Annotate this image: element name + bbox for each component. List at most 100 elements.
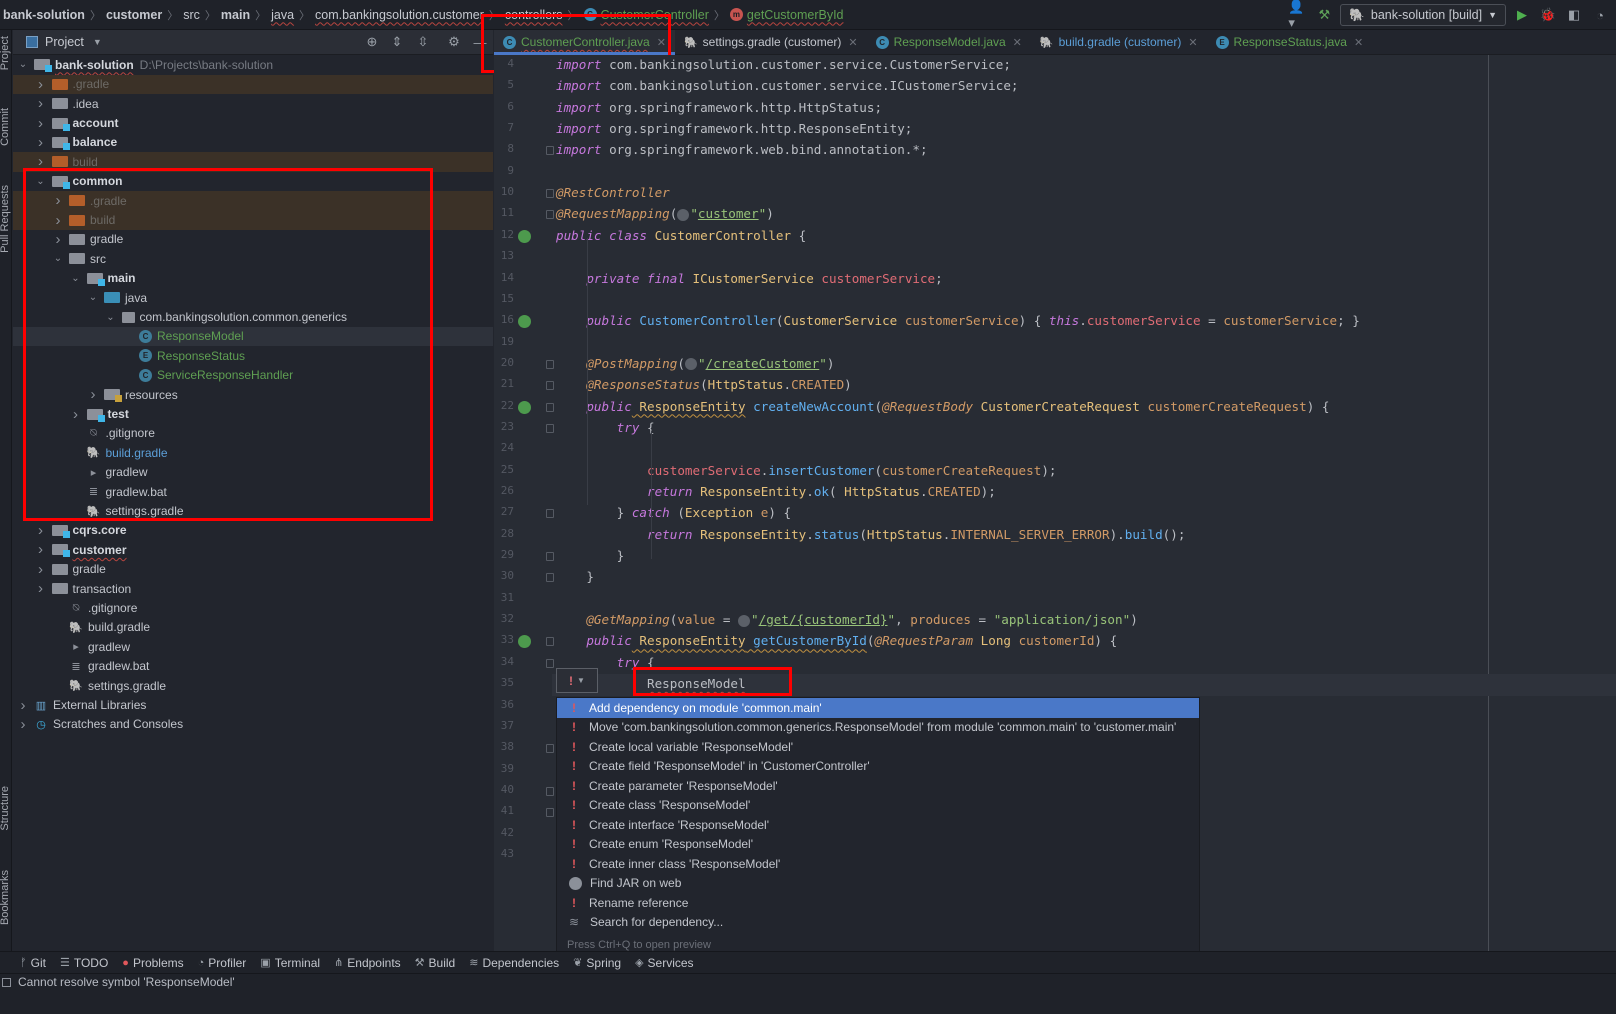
gear-icon[interactable]: ⚙ — [444, 32, 464, 52]
tool-button-profiler[interactable]: ◔ Profiler — [198, 956, 247, 970]
intention-action-item[interactable]: ! Move 'com.bankingsolution.common.generi… — [557, 718, 1199, 738]
editor-tab[interactable]: C ResponseModel.java ✕ — [867, 30, 1031, 54]
tree-item[interactable]: › gradle — [13, 560, 493, 579]
intention-action-item[interactable]: ! Create enum 'ResponseModel' — [557, 835, 1199, 855]
tool-button-git[interactable]: ᚠ Git — [20, 956, 46, 970]
tree-item[interactable]: › transaction — [13, 579, 493, 598]
intention-action-item[interactable]: ! Create inner class 'ResponseModel' — [557, 854, 1199, 874]
chevron-right-icon[interactable]: › — [35, 522, 47, 539]
chevron-right-icon[interactable]: › — [35, 134, 47, 151]
locate-file-icon[interactable]: ⊕ — [362, 32, 382, 52]
tree-item[interactable]: E ResponseStatus — [13, 346, 493, 365]
tree-item[interactable]: › cqrs.core — [13, 521, 493, 540]
globe-icon[interactable] — [684, 358, 697, 371]
tree-item[interactable]: › ▥ External Libraries — [13, 695, 493, 714]
globe-icon[interactable] — [677, 208, 690, 221]
tool-window-pull-requests[interactable]: Pull Requests — [0, 185, 11, 253]
debug-icon[interactable]: 🐞 — [1538, 5, 1558, 25]
fold-marker-icon[interactable] — [546, 189, 554, 199]
tree-item[interactable]: ≣ gradlew.bat — [13, 657, 493, 676]
tree-item[interactable]: ⌄ java — [13, 288, 493, 307]
close-icon[interactable]: ✕ — [1188, 36, 1197, 49]
chevron-down-icon[interactable]: ⌄ — [17, 59, 29, 70]
fold-marker-icon[interactable] — [546, 146, 554, 156]
globe-icon[interactable] — [738, 614, 751, 627]
tool-window-commit[interactable]: Commit — [0, 108, 11, 146]
fold-marker-icon[interactable] — [546, 381, 554, 391]
tool-window-project[interactable]: Project — [0, 36, 11, 70]
chevron-down-icon[interactable]: ⌄ — [52, 253, 64, 264]
chevron-right-icon[interactable]: › — [17, 697, 29, 714]
fold-marker-icon[interactable] — [546, 552, 554, 562]
tree-item[interactable]: › build — [13, 210, 493, 230]
tool-button-services[interactable]: ◈ Services — [635, 956, 693, 970]
chevron-right-icon[interactable]: › — [52, 192, 64, 209]
fold-marker-icon[interactable] — [546, 210, 554, 220]
breadcrumb-item[interactable]: java — [271, 8, 294, 22]
close-icon[interactable]: ✕ — [1013, 36, 1022, 49]
tool-button-build[interactable]: ⚒ Build — [415, 956, 456, 970]
chevron-right-icon[interactable]: › — [35, 115, 47, 132]
tree-item[interactable]: › .idea — [13, 94, 493, 113]
project-view-select[interactable]: Project — [45, 35, 84, 49]
tree-item[interactable]: 🐘 build.gradle — [13, 618, 493, 637]
chevron-down-icon[interactable]: ▼ — [93, 37, 102, 47]
fold-marker-icon[interactable] — [546, 637, 554, 647]
tree-item[interactable]: ⌄ common — [13, 172, 493, 191]
intention-action-item[interactable]: ! Create class 'ResponseModel' — [557, 796, 1199, 816]
coverage-icon[interactable]: ◧ — [1564, 5, 1584, 25]
chevron-right-icon[interactable]: › — [52, 231, 64, 248]
tree-item[interactable]: › ◷ Scratches and Consoles — [13, 715, 493, 734]
intention-action-item[interactable]: ! Create parameter 'ResponseModel' — [557, 776, 1199, 796]
chevron-right-icon[interactable]: › — [35, 153, 47, 170]
tool-button-todo[interactable]: ☰ TODO — [60, 956, 108, 970]
intention-bulb-button[interactable]: ! ▼ — [556, 668, 598, 693]
chevron-down-icon[interactable]: ⌄ — [35, 176, 47, 187]
tree-item[interactable]: › account — [13, 113, 493, 132]
tree-item[interactable]: 🐘 build.gradle — [13, 443, 493, 462]
tree-item[interactable]: ⍉ .gitignore — [13, 598, 493, 617]
unresolved-symbol[interactable]: ResponseModel — [647, 676, 746, 691]
chevron-right-icon[interactable]: › — [35, 95, 47, 112]
breadcrumb-item[interactable]: com.bankingsolution.customer — [315, 8, 484, 22]
editor-tab[interactable]: E ResponseStatus.java ✕ — [1207, 30, 1373, 54]
breadcrumb-item[interactable]: src — [183, 8, 200, 22]
tool-button-dependencies[interactable]: ≋ Dependencies — [469, 956, 559, 970]
fold-marker-icon[interactable] — [546, 744, 554, 754]
fold-marker-icon[interactable] — [546, 808, 554, 818]
intention-action-item[interactable]: ! Rename reference — [557, 893, 1199, 913]
tool-button-spring[interactable]: ❦ Spring — [573, 956, 621, 970]
tree-item[interactable]: 🐘 settings.gradle — [13, 501, 493, 520]
chevron-right-icon[interactable]: › — [87, 386, 99, 403]
chevron-right-icon[interactable]: › — [35, 561, 47, 578]
intention-action-item[interactable]: ! Create local variable 'ResponseModel' — [557, 737, 1199, 757]
chevron-down-icon[interactable]: ⌄ — [87, 292, 99, 303]
tree-item[interactable]: ≣ gradlew.bat — [13, 482, 493, 501]
run-configuration-select[interactable]: 🐘 bank-solution [build] ▼ — [1340, 4, 1506, 26]
build-hammer-icon[interactable]: ⚒ — [1314, 5, 1334, 25]
tree-item[interactable]: › build — [13, 152, 493, 172]
collapse-all-icon[interactable]: ⇳ — [413, 32, 433, 52]
profile-icon[interactable]: ◔ — [1590, 5, 1610, 25]
breadcrumb-item[interactable]: m getCustomerById — [729, 8, 844, 22]
tree-item[interactable]: ⌄ src — [13, 249, 493, 268]
tree-item[interactable]: ⍉ .gitignore — [13, 424, 493, 443]
run-icon[interactable]: ▶ — [1512, 5, 1532, 25]
spring-bean-icon[interactable] — [518, 315, 531, 329]
editor-tab[interactable]: C CustomerController.java ✕ — [494, 30, 675, 55]
fold-marker-icon[interactable] — [546, 658, 554, 668]
tool-window-bookmarks[interactable]: Bookmarks — [0, 870, 11, 925]
tree-item[interactable]: › gradle — [13, 230, 493, 249]
chevron-right-icon[interactable]: › — [70, 406, 82, 423]
tree-item[interactable]: 🐘 settings.gradle — [13, 676, 493, 695]
tool-button-terminal[interactable]: ▣ Terminal — [260, 956, 320, 970]
spring-bean-icon[interactable] — [518, 635, 531, 649]
chevron-right-icon[interactable]: › — [35, 541, 47, 558]
tool-button-problems[interactable]: ● Problems — [122, 956, 183, 970]
tree-item[interactable]: ⌄ bank-solution D:\Projects\bank-solution — [13, 55, 493, 74]
tree-item[interactable]: ▸ gradlew — [13, 637, 493, 656]
breadcrumb-item[interactable]: bank-solution — [3, 8, 85, 22]
fold-marker-icon[interactable] — [546, 423, 554, 433]
breadcrumb-item[interactable]: controllers — [505, 8, 563, 22]
user-icon[interactable]: 👤▾ — [1288, 0, 1308, 30]
